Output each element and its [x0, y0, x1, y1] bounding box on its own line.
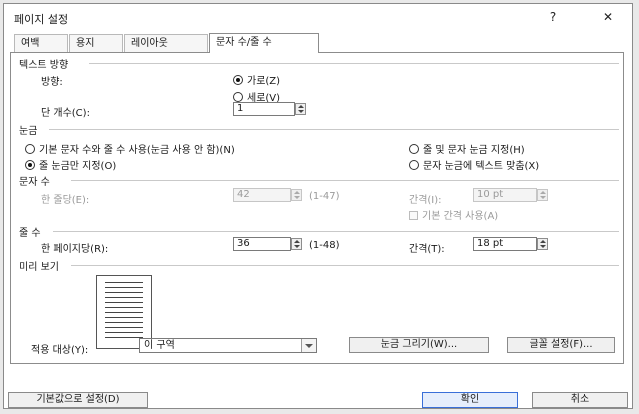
separator — [89, 63, 619, 64]
section-lines: 줄 수 — [19, 228, 41, 239]
orientation-label: 방향: — [41, 77, 63, 88]
title-bar: 페이지 설정 ? ✕ — [4, 4, 632, 32]
grid-default-radio[interactable]: 기본 문자 수와 줄 수 사용(눈금 사용 안 함)(N) — [25, 141, 235, 156]
use-default-pitch-checkbox[interactable]: 기본 간격 사용(A) — [409, 207, 498, 222]
columns-label: 단 개수(C): — [41, 108, 90, 119]
apply-to-select[interactable]: 이 구역 — [139, 338, 317, 353]
font-settings-button[interactable]: 글꼴 설정(F)... — [507, 337, 615, 353]
columns-spinner-icon[interactable] — [295, 103, 306, 115]
tab-document-grid[interactable]: 문자 수/줄 수 — [209, 33, 319, 53]
preview-line — [105, 337, 143, 338]
columns-input[interactable]: 1 — [233, 102, 295, 116]
tab-layout[interactable]: 레이아웃 — [124, 34, 208, 52]
chars-per-line-label: 한 줄당(E): — [41, 195, 90, 206]
separator — [49, 129, 619, 130]
preview-line — [105, 327, 143, 328]
grid-lines-only-radio[interactable]: 줄 눈금만 지정(O) — [25, 157, 116, 172]
preview-line — [105, 302, 143, 303]
tab-paper[interactable]: 용지 — [69, 34, 123, 52]
chars-pitch-spinner-icon[interactable] — [537, 189, 548, 201]
radio-checked-icon — [25, 160, 35, 170]
preview-line — [105, 297, 143, 298]
section-preview: 미리 보기 — [19, 262, 59, 273]
preview-line — [105, 307, 143, 308]
apply-to-label: 적용 대상(Y): — [31, 345, 89, 356]
preview-line — [105, 312, 143, 313]
chars-per-line-spinner-icon[interactable] — [291, 189, 302, 201]
preview-line — [105, 332, 143, 333]
orientation-horizontal-radio[interactable]: 가로(Z) — [233, 72, 280, 87]
lines-pitch-spinner-icon[interactable] — [537, 238, 548, 250]
radio-unchecked-icon — [409, 160, 419, 170]
chars-pitch-label: 간격(I): — [409, 195, 442, 206]
lines-per-page-spinner-icon[interactable] — [291, 238, 302, 250]
help-icon[interactable]: ? — [544, 8, 562, 26]
dialog-title: 페이지 설정 — [14, 13, 69, 26]
page-setup-dialog: 페이지 설정 ? ✕ 여백 용지 레이아웃 문자 수/줄 수 텍스트 방향 방향… — [3, 3, 633, 409]
draw-grid-button[interactable]: 눈금 그리기(W)... — [349, 337, 489, 353]
radio-checked-icon — [233, 75, 243, 85]
chars-per-line-range: (1-47) — [309, 191, 340, 202]
preview-line — [105, 282, 143, 283]
lines-per-page-range: (1-48) — [309, 240, 340, 251]
radio-unchecked-icon — [25, 144, 35, 154]
tab-margins[interactable]: 여백 — [14, 34, 68, 52]
grid-snap-chars-radio[interactable]: 문자 눈금에 텍스트 맞춤(X) — [409, 157, 539, 172]
lines-per-page-input[interactable]: 36 — [233, 237, 291, 251]
tab-panel: 텍스트 방향 방향: 가로(Z) 세로(V) 단 개수(C): 1 눈금 기본 … — [10, 52, 624, 364]
radio-unchecked-icon — [233, 92, 243, 102]
section-grid: 눈금 — [19, 126, 38, 137]
cancel-button[interactable]: 취소 — [532, 392, 628, 408]
set-as-default-button[interactable]: 기본값으로 설정(D) — [8, 392, 148, 408]
checkbox-icon — [409, 211, 418, 220]
separator — [71, 265, 619, 266]
radio-unchecked-icon — [409, 144, 419, 154]
chevron-down-icon[interactable] — [301, 339, 316, 352]
preview-line — [105, 317, 143, 318]
chars-pitch-input[interactable]: 10 pt — [473, 188, 537, 202]
close-icon[interactable]: ✕ — [599, 8, 617, 26]
separator — [53, 231, 619, 232]
section-text-direction: 텍스트 방향 — [19, 60, 69, 71]
separator — [71, 180, 619, 181]
section-characters: 문자 수 — [19, 177, 50, 188]
preview-line — [105, 292, 143, 293]
lines-per-page-label: 한 페이지당(R): — [41, 244, 109, 255]
ok-button[interactable]: 확인 — [422, 392, 518, 408]
chars-per-line-input[interactable]: 42 — [233, 188, 291, 202]
preview-line — [105, 322, 143, 323]
grid-lines-and-chars-radio[interactable]: 줄 및 문자 눈금 지정(H) — [409, 141, 525, 156]
lines-pitch-label: 간격(T): — [409, 244, 445, 255]
preview-line — [105, 287, 143, 288]
lines-pitch-input[interactable]: 18 pt — [473, 237, 537, 251]
